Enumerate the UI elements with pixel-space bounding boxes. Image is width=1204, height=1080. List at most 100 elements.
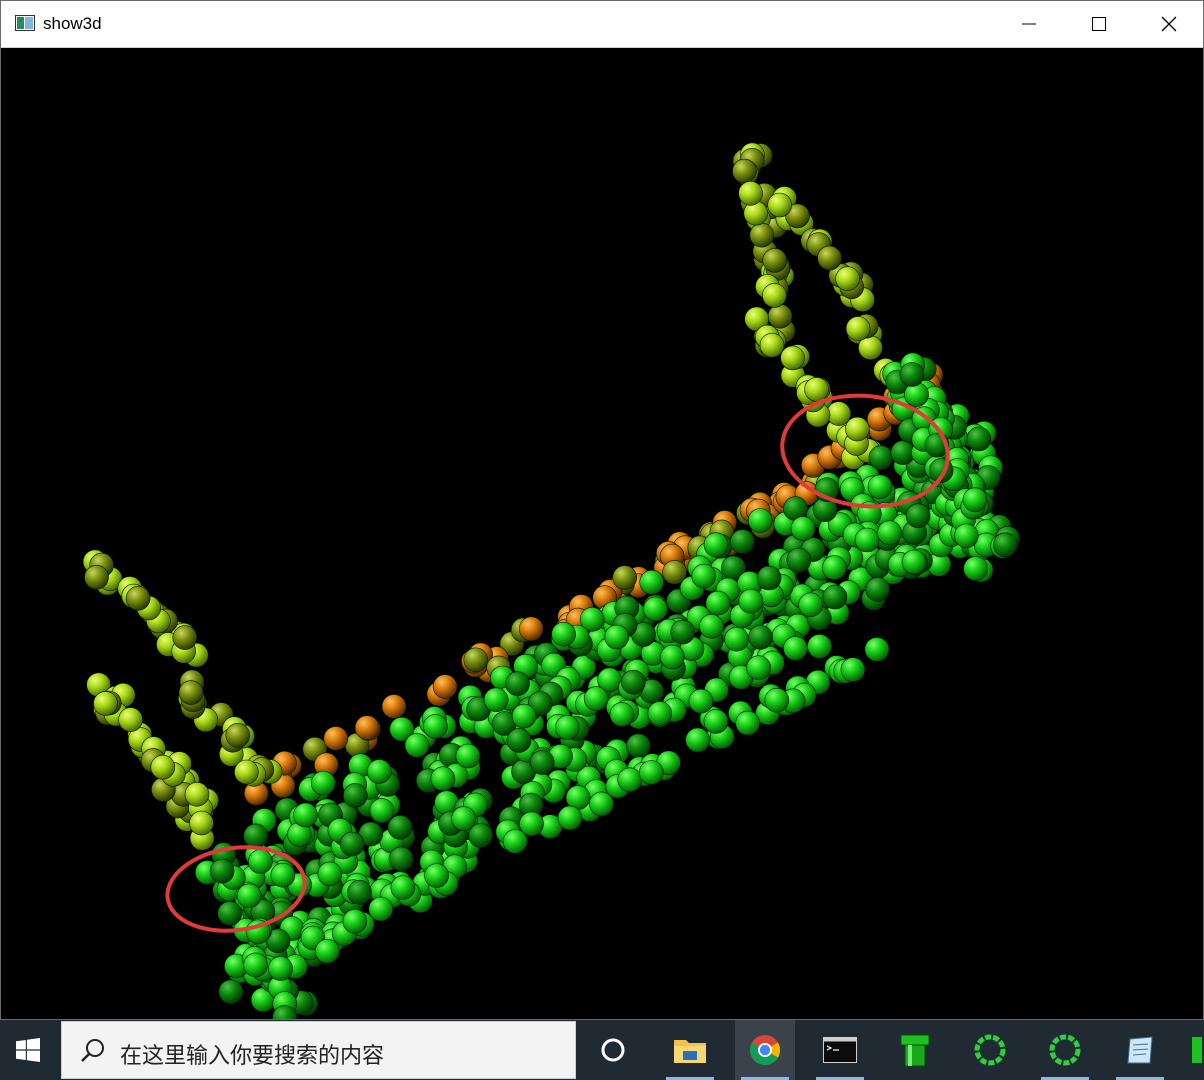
green-pipe-icon xyxy=(900,1034,930,1067)
point-sphere xyxy=(685,727,711,753)
point-sphere xyxy=(660,644,685,670)
cortana-button[interactable] xyxy=(583,1020,643,1080)
point-sphere xyxy=(604,624,630,650)
point-sphere xyxy=(317,861,343,887)
taskbar-pipe-app[interactable] xyxy=(885,1020,945,1080)
point-cloud xyxy=(82,142,1020,1019)
point-sphere xyxy=(314,938,340,964)
point-sphere xyxy=(783,636,808,661)
point-sphere xyxy=(463,647,489,673)
point-sphere xyxy=(864,637,890,662)
point-sphere xyxy=(617,767,643,793)
point-sphere xyxy=(339,831,365,857)
loading-ring-icon xyxy=(974,1034,1006,1066)
point-sphere xyxy=(748,624,773,650)
point-sphere xyxy=(762,248,788,273)
point-sphere xyxy=(966,426,992,452)
point-sphere xyxy=(835,266,860,291)
taskbar-file-explorer[interactable] xyxy=(660,1020,720,1080)
point-sphere xyxy=(118,707,143,732)
taskbar-chrome[interactable] xyxy=(735,1020,795,1080)
point-sphere xyxy=(323,726,349,751)
point-sphere xyxy=(877,520,902,546)
point-sphere xyxy=(868,445,894,471)
point-sphere xyxy=(369,798,395,823)
point-sphere xyxy=(703,709,729,734)
point-sphere xyxy=(505,671,530,697)
point-sphere xyxy=(738,588,764,614)
chrome-icon xyxy=(749,1035,781,1066)
point-sphere xyxy=(747,508,773,533)
notepad-icon xyxy=(1127,1036,1153,1064)
point-sphere xyxy=(342,783,368,808)
point-sphere xyxy=(432,674,458,699)
minimize-icon xyxy=(1022,23,1036,25)
point-sphere xyxy=(854,527,880,553)
point-sphere xyxy=(310,770,336,796)
point-sphere xyxy=(342,908,368,934)
point-sphere xyxy=(735,710,761,736)
point-sphere xyxy=(554,715,580,740)
app-window: show3d xyxy=(0,0,1204,1020)
point-sphere xyxy=(502,829,528,854)
point-sphere xyxy=(518,616,544,642)
point-sphere xyxy=(807,633,832,659)
3d-viewport[interactable] xyxy=(2,48,1202,1019)
taskbar-notepad[interactable] xyxy=(1110,1020,1170,1080)
title-bar[interactable]: show3d xyxy=(1,1,1203,48)
close-button[interactable] xyxy=(1134,1,1204,47)
minimize-button[interactable] xyxy=(994,1,1064,47)
point-sphere xyxy=(293,802,318,828)
taskbar-ring-app-2[interactable] xyxy=(1035,1020,1095,1080)
point-sphere xyxy=(84,564,109,590)
point-sphere xyxy=(844,416,870,442)
point-sphere xyxy=(691,563,717,589)
start-button[interactable] xyxy=(0,1020,56,1080)
point-sphere xyxy=(780,345,805,371)
taskbar-overflow[interactable] xyxy=(1185,1020,1204,1080)
point-sphere xyxy=(423,714,448,739)
close-icon xyxy=(1161,16,1177,32)
app-edge-icon xyxy=(1191,1037,1202,1063)
point-sphere xyxy=(236,883,262,909)
point-cloud-scene[interactable] xyxy=(2,48,1202,1019)
point-sphere xyxy=(688,688,714,714)
taskbar-terminal[interactable] xyxy=(810,1020,870,1080)
point-sphere xyxy=(804,377,829,402)
point-sphere xyxy=(243,823,268,849)
taskbar-ring-app[interactable] xyxy=(960,1020,1020,1080)
point-sphere xyxy=(430,766,456,792)
point-sphere xyxy=(589,791,614,817)
point-sphere xyxy=(189,810,214,836)
point-sphere xyxy=(626,733,651,759)
point-sphere xyxy=(865,577,891,602)
point-sphere xyxy=(670,619,696,645)
point-sphere xyxy=(756,565,782,591)
point-sphere xyxy=(551,621,576,647)
point-sphere xyxy=(821,555,847,580)
point-sphere xyxy=(643,596,668,622)
app-icon xyxy=(15,15,35,31)
point-sphere xyxy=(786,547,812,573)
point-sphere xyxy=(225,722,251,748)
point-sphere xyxy=(218,979,244,1005)
point-sphere xyxy=(209,858,235,884)
point-sphere xyxy=(620,669,646,695)
loading-ring-icon-2 xyxy=(1049,1034,1081,1066)
point-sphere xyxy=(762,283,787,308)
point-sphere xyxy=(867,474,893,500)
point-sphere xyxy=(468,823,494,848)
point-sphere xyxy=(387,814,413,840)
point-sphere xyxy=(767,192,793,218)
maximize-button[interactable] xyxy=(1064,1,1134,47)
point-sphere xyxy=(178,680,204,705)
taskbar-search-box[interactable]: 在这里输入你要搜索的内容 xyxy=(61,1021,576,1079)
point-sphere xyxy=(217,901,242,926)
point-sphere xyxy=(347,879,372,905)
point-sphere xyxy=(483,687,509,713)
point-sphere xyxy=(759,332,785,358)
point-sphere xyxy=(840,657,866,682)
point-sphere xyxy=(826,401,852,426)
point-sphere xyxy=(764,687,790,713)
point-sphere xyxy=(172,625,198,650)
